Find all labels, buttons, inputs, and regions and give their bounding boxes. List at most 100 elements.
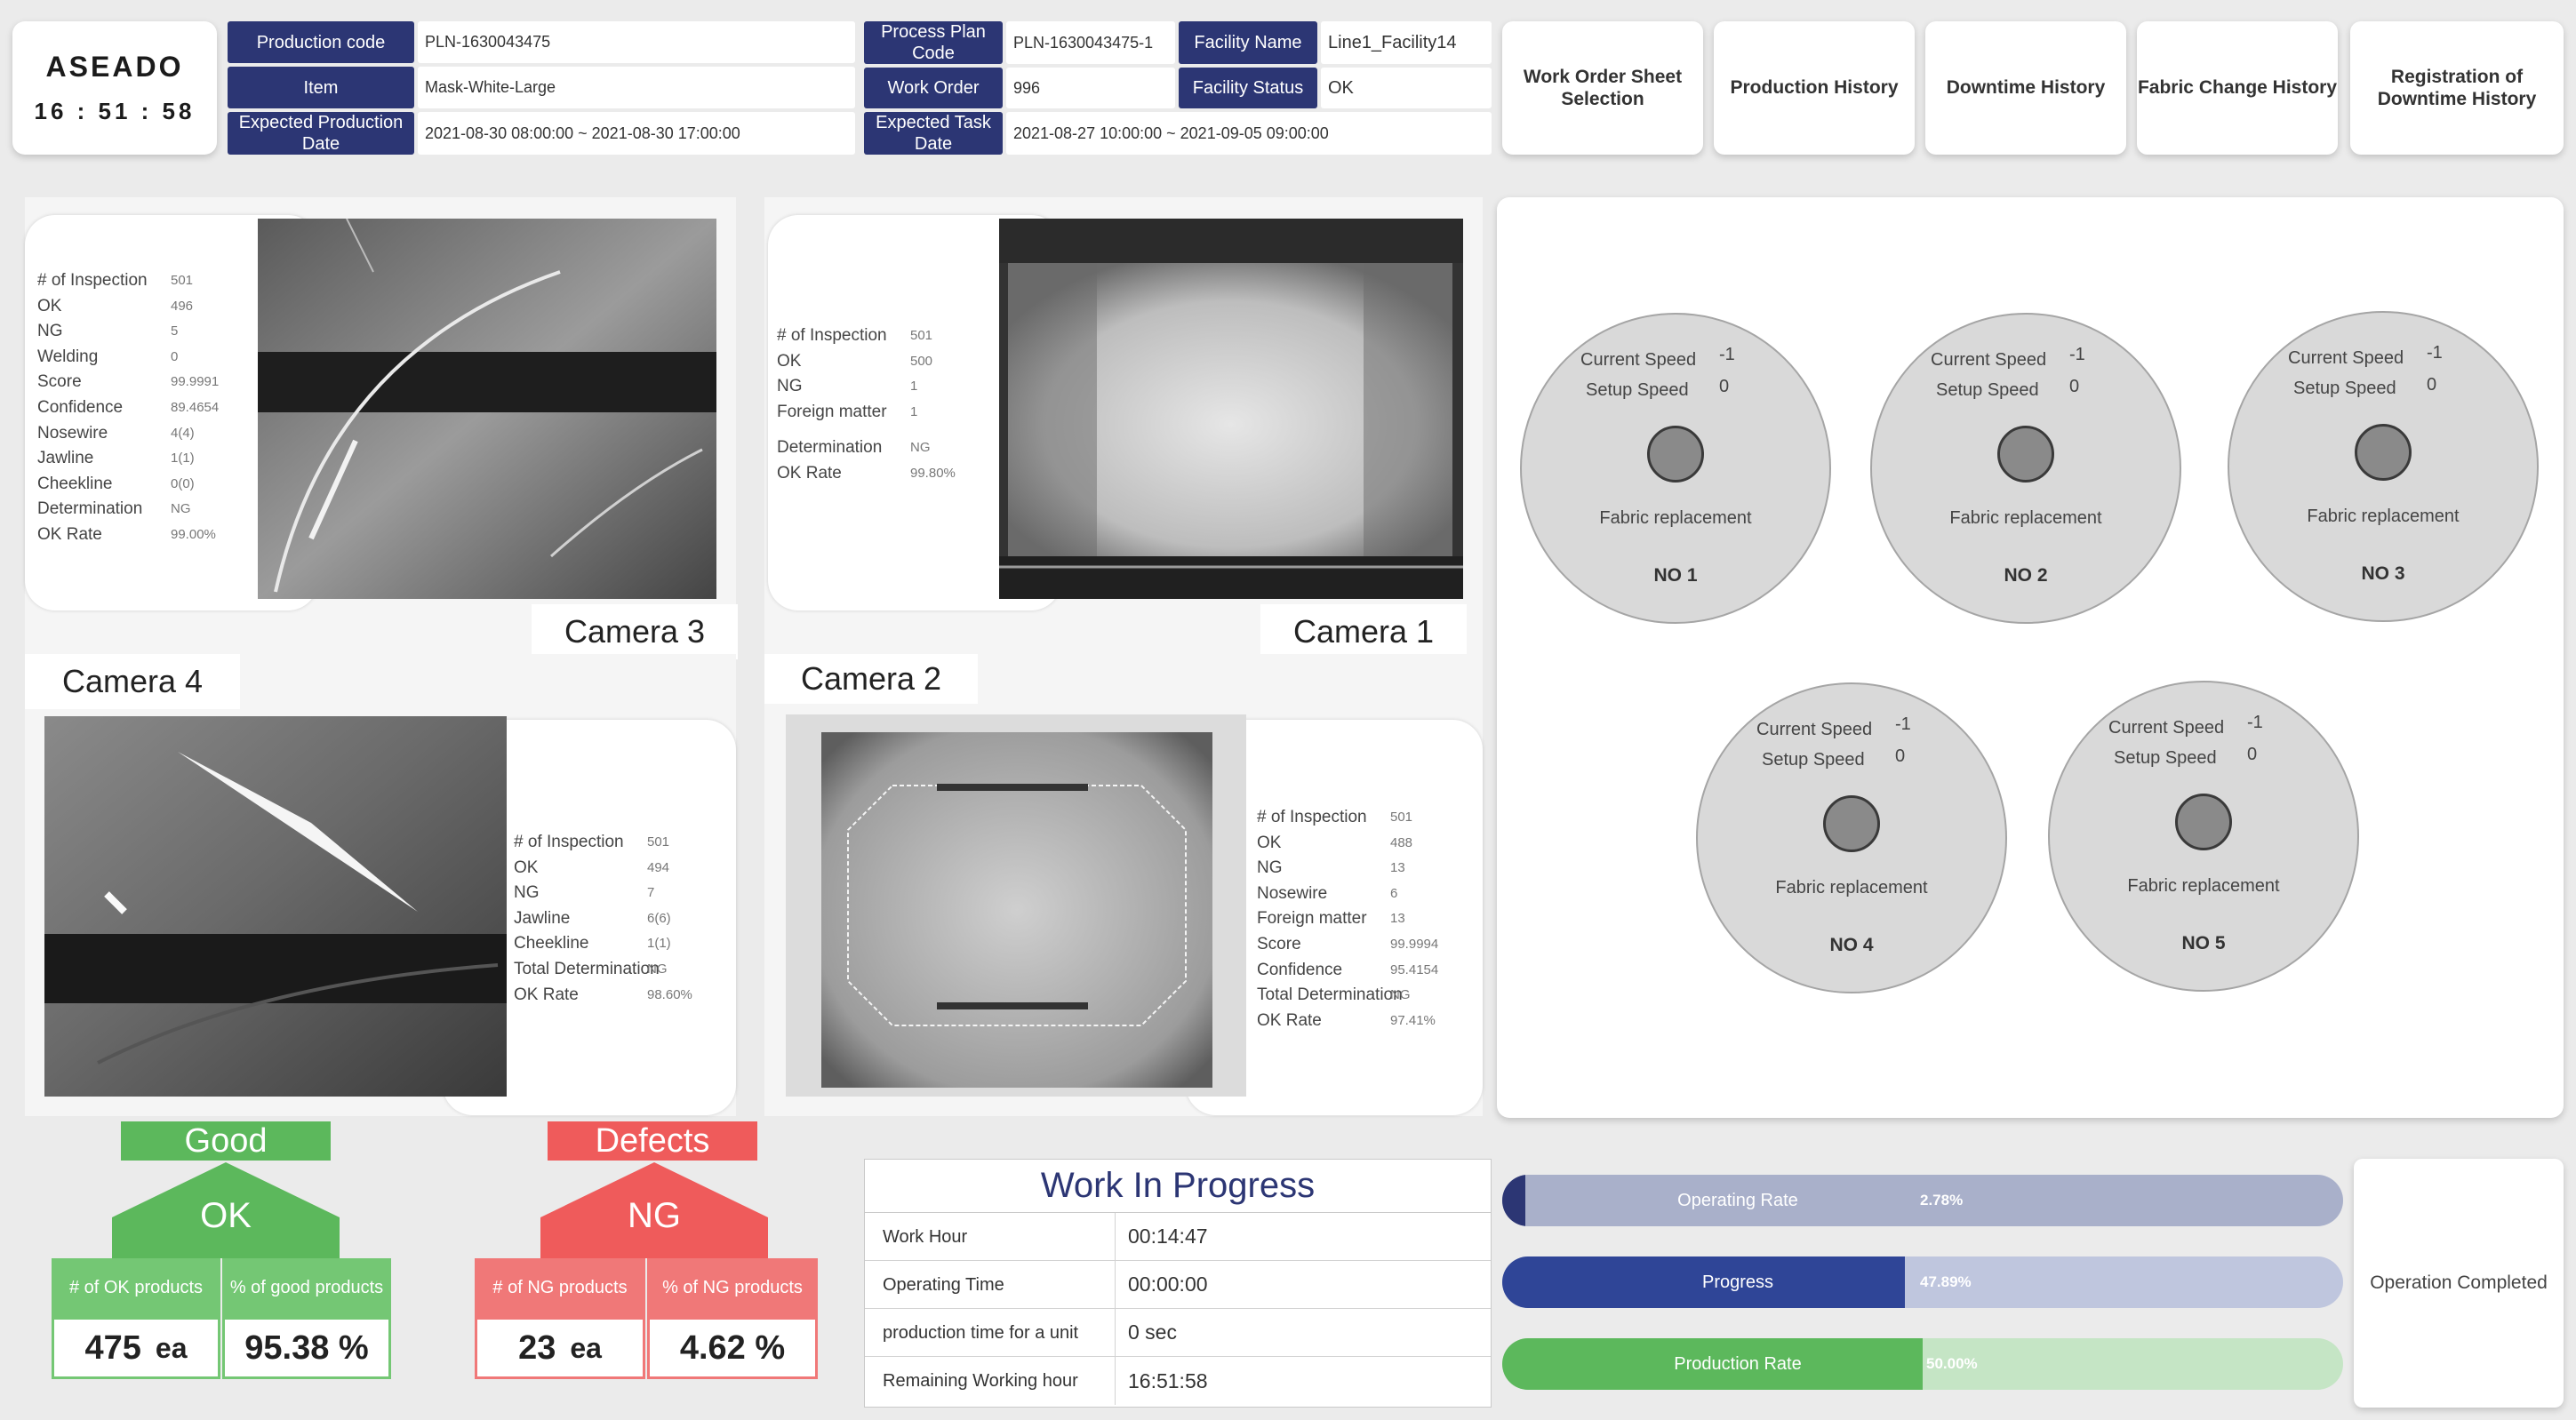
- stat-row: Confidence 89.4654: [37, 395, 219, 421]
- setup-speed-label: Setup Speed: [1936, 380, 2039, 400]
- stat-value: NG: [647, 961, 668, 977]
- stat-label: OK: [1257, 833, 1282, 852]
- production-code-value: PLN-1630043475: [418, 21, 855, 63]
- stat-value: 1: [910, 403, 918, 419]
- clock: 16 : 51 : 58: [34, 98, 196, 124]
- stat-value: 494: [647, 859, 670, 875]
- rate-bar-label: Progress: [1701, 1272, 1774, 1292]
- ng-badge: NG: [628, 1195, 681, 1235]
- rate-bar-label: Production Rate: [1674, 1353, 1802, 1374]
- logo-card: ASEADO 16 : 51 : 58: [12, 21, 217, 155]
- setup-speed-label: Setup Speed: [2114, 748, 2217, 768]
- stat-label: Score: [37, 372, 82, 392]
- stat-value: 0: [171, 348, 179, 364]
- wip-title: Work In Progress: [865, 1160, 1491, 1213]
- dial-number: NO 2: [2004, 565, 2048, 586]
- stat-label: # of Inspection: [777, 326, 887, 345]
- stat-row: Confidence 95.4154: [1257, 958, 1438, 984]
- stat-value: 99.00%: [171, 526, 216, 542]
- stat-label: Confidence: [37, 397, 124, 417]
- stat-value: 500: [910, 353, 933, 369]
- camera3-label: Camera 3: [532, 604, 738, 659]
- ok-count-unit: ea: [155, 1331, 188, 1364]
- process-info-table: Process Plan Code PLN-1630043475-1 Facil…: [864, 21, 1492, 155]
- operating-time-value: 00:00:00: [1128, 1272, 1208, 1296]
- camera4-label: Camera 4: [25, 654, 240, 709]
- stat-label: Total Determination: [1257, 985, 1403, 1005]
- wip-row: production time for a unit 0 sec: [865, 1309, 1491, 1357]
- stat-row: Jawline 6(6): [514, 906, 692, 932]
- stat-value: 1(1): [647, 936, 671, 952]
- stat-label: # of Inspection: [37, 271, 148, 290]
- task-date-value: 2021-08-27 10:00:00 ~ 2021-09-05 09:00:0…: [1006, 112, 1492, 155]
- current-speed-label: Current Speed: [2108, 718, 2225, 738]
- current-speed-value: -1: [2427, 343, 2443, 363]
- stat-label: # of Inspection: [514, 833, 624, 851]
- stat-label: Cheekline: [514, 934, 589, 953]
- camera4-image: [44, 716, 507, 1097]
- setup-speed-label: Setup Speed: [1586, 380, 1689, 400]
- register-downtime-button[interactable]: Registration of Downtime History: [2350, 21, 2564, 155]
- wip-row: Remaining Working hour 16:51:58: [865, 1357, 1491, 1405]
- stat-value: 89.4654: [171, 399, 220, 415]
- dial-knob[interactable]: [2355, 424, 2412, 481]
- stat-value: 0(0): [171, 475, 195, 491]
- good-title: Good: [121, 1121, 331, 1161]
- dial-knob[interactable]: [1997, 426, 2054, 483]
- stat-label: OK Rate: [1257, 1010, 1322, 1030]
- fabric-change-history-button[interactable]: Fabric Change History: [2137, 21, 2338, 155]
- stat-value: 13: [1390, 860, 1405, 876]
- stat-label: OK: [514, 858, 539, 877]
- camera2-image: [786, 714, 1246, 1097]
- work-hour-value: 00:14:47: [1128, 1225, 1208, 1248]
- setup-speed-value: 0: [1895, 746, 1906, 766]
- stat-row: Foreign matter 1: [777, 400, 956, 426]
- current-speed-value: -1: [2247, 713, 2263, 732]
- good-percent-label: % of good products: [222, 1258, 391, 1317]
- camera3-panel: # of Inspection 501 OK 496 NG 5 Welding 0 Score 9…: [25, 197, 738, 659]
- dial-number: NO 3: [2361, 563, 2405, 584]
- unit-time-label: production time for a unit: [865, 1309, 1116, 1356]
- rate-bar-percent: 50.00%: [1926, 1355, 1978, 1372]
- current-speed-value: -1: [1895, 714, 1911, 734]
- work-in-progress-table: Work In Progress Work Hour 00:14:47 Oper…: [864, 1159, 1492, 1408]
- facility-name-value: Line1_Facility14: [1321, 21, 1492, 64]
- camera1-label: Camera 1: [1260, 604, 1467, 659]
- stat-label: Determination: [37, 499, 143, 519]
- stat-row: NG 13: [1257, 856, 1438, 882]
- stat-value: 6(6): [647, 910, 671, 926]
- ng-count-number: 23: [518, 1328, 556, 1367]
- facility-name-label: Facility Name: [1179, 21, 1317, 64]
- fabric-replacement-label: Fabric replacement: [1775, 878, 1928, 897]
- stat-row: Determination NG: [37, 497, 219, 523]
- stat-value: 501: [647, 834, 670, 850]
- company-logo: ASEADO: [45, 51, 184, 83]
- stat-value: 1: [910, 379, 918, 395]
- stat-value: 501: [910, 328, 933, 343]
- current-speed-label: Current Speed: [1756, 720, 1873, 739]
- ng-count-label: # of NG products: [475, 1258, 645, 1317]
- work-order-selection-button[interactable]: Work Order Sheet Selection: [1502, 21, 1703, 155]
- dial-knob[interactable]: [1823, 795, 1880, 852]
- setup-speed-value: 0: [1719, 377, 1730, 396]
- stat-row: NG 5: [37, 319, 219, 345]
- unit-time-value: 0 sec: [1128, 1320, 1177, 1344]
- setup-speed-value: 0: [2069, 377, 2080, 396]
- camera1-stats: # of Inspection 501 OK 500 NG 1 Foreign matter…: [777, 323, 956, 487]
- ng-percent-label: % of NG products: [647, 1258, 818, 1317]
- stat-label: NG: [37, 322, 63, 341]
- stat-row: Jawline 1(1): [37, 446, 219, 472]
- stat-row: Cheekline 0(0): [37, 472, 219, 498]
- dial-number: NO 1: [1653, 565, 1698, 586]
- dial-knob[interactable]: [1647, 426, 1704, 483]
- stat-value: 97.41%: [1390, 1012, 1436, 1028]
- expected-date-label: Expected Production Date: [228, 112, 414, 155]
- production-history-button[interactable]: Production History: [1714, 21, 1915, 155]
- stat-row: Foreign matter 13: [1257, 906, 1438, 932]
- stat-row: Total Determination NG: [1257, 983, 1438, 1009]
- dial-knob[interactable]: [2175, 794, 2232, 850]
- stat-value: 501: [171, 273, 194, 288]
- stat-row: [777, 425, 956, 435]
- downtime-history-button[interactable]: Downtime History: [1925, 21, 2126, 155]
- stat-row: Determination NG: [777, 435, 956, 461]
